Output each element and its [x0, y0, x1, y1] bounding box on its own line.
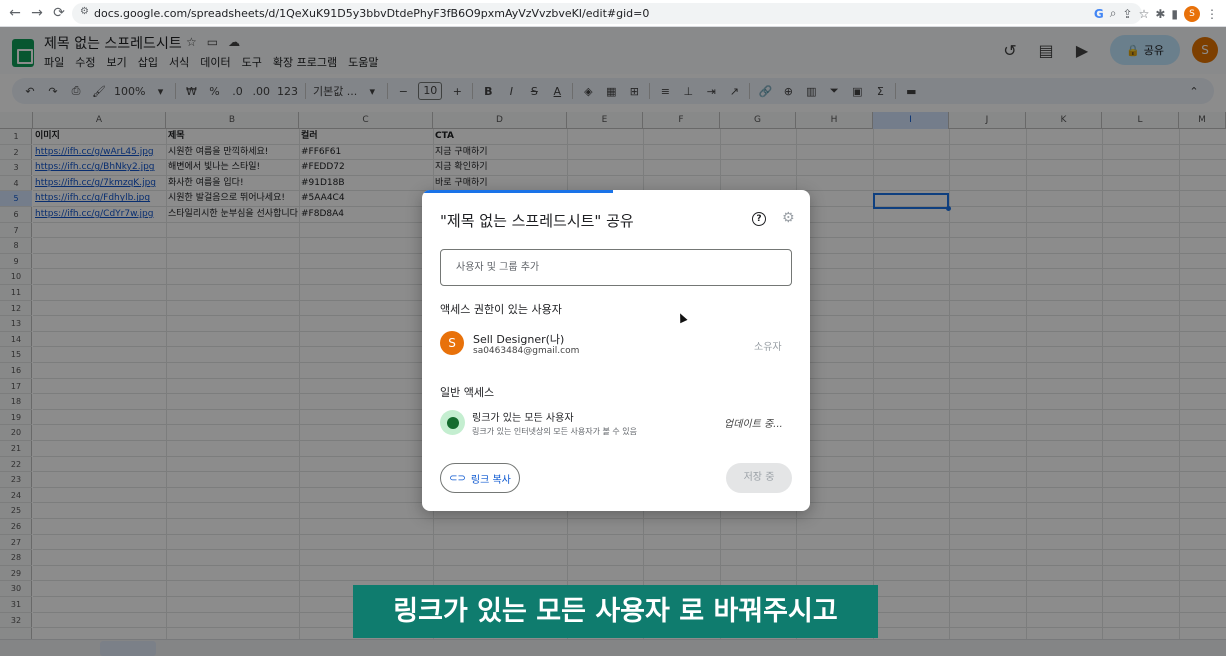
globe-icon — [440, 410, 465, 435]
access-section-heading: 액세스 권한이 있는 사용자 — [440, 303, 562, 316]
google-icon[interactable]: G — [1094, 7, 1104, 21]
add-people-input[interactable]: 사용자 및 그룹 추가 — [440, 249, 792, 286]
address-bar[interactable]: ⚙ docs.google.com/spreadsheets/d/1QeXuK9… — [72, 3, 1142, 24]
copy-link-button[interactable]: ⊂⊃ 링크 복사 — [440, 463, 520, 493]
zoom-icon[interactable]: ⌕ — [1110, 6, 1117, 21]
more-icon[interactable]: ⋮ — [1206, 7, 1218, 21]
back-icon[interactable]: ← — [4, 2, 26, 24]
site-info-icon[interactable]: ⚙ — [80, 6, 89, 17]
url-text: docs.google.com/spreadsheets/d/1QeXuK91D… — [94, 7, 650, 20]
loading-progress-bar — [422, 190, 613, 193]
browser-toolbar: ← → ⟳ ⚙ docs.google.com/spreadsheets/d/1… — [0, 0, 1226, 27]
user-avatar: S — [440, 331, 464, 355]
forward-icon[interactable]: → — [26, 2, 48, 24]
user-name: Sell Designer(나) — [473, 333, 565, 346]
updating-status: 업데이트 중... — [724, 419, 783, 430]
bookmark-star-icon[interactable]: ☆ — [1139, 7, 1150, 21]
side-panel-icon[interactable]: ▮ — [1171, 7, 1178, 21]
link-access-dropdown[interactable]: 링크가 있는 모든 사용자 — [472, 409, 574, 424]
link-icon: ⊂⊃ — [449, 472, 466, 484]
general-access-heading: 일반 액세스 — [440, 386, 495, 399]
video-subtitle: 링크가 있는 모든 사용자 로 바꿔주시고 — [353, 585, 878, 638]
share-page-icon[interactable]: ⇪ — [1123, 7, 1133, 21]
settings-gear-icon[interactable]: ⚙ — [782, 210, 795, 226]
user-email: sa0463484@gmail.com — [473, 346, 580, 356]
share-dialog: "제목 없는 스프레드시트" 공유 ? ⚙ 사용자 및 그룹 추가 액세스 권한… — [422, 190, 810, 511]
save-button[interactable]: 저장 중 — [726, 463, 792, 493]
dialog-title: "제목 없는 스프레드시트" 공유 — [440, 212, 634, 230]
link-access-description: 링크가 있는 인터넷상의 모든 사용자가 볼 수 있음 — [472, 427, 637, 436]
reload-icon[interactable]: ⟳ — [48, 2, 70, 24]
user-role: 소유자 — [754, 342, 782, 353]
profile-avatar[interactable]: S — [1184, 5, 1200, 22]
extensions-icon[interactable]: ✱ — [1155, 7, 1165, 21]
copy-link-label: 링크 복사 — [470, 474, 511, 486]
help-icon[interactable]: ? — [752, 212, 766, 226]
